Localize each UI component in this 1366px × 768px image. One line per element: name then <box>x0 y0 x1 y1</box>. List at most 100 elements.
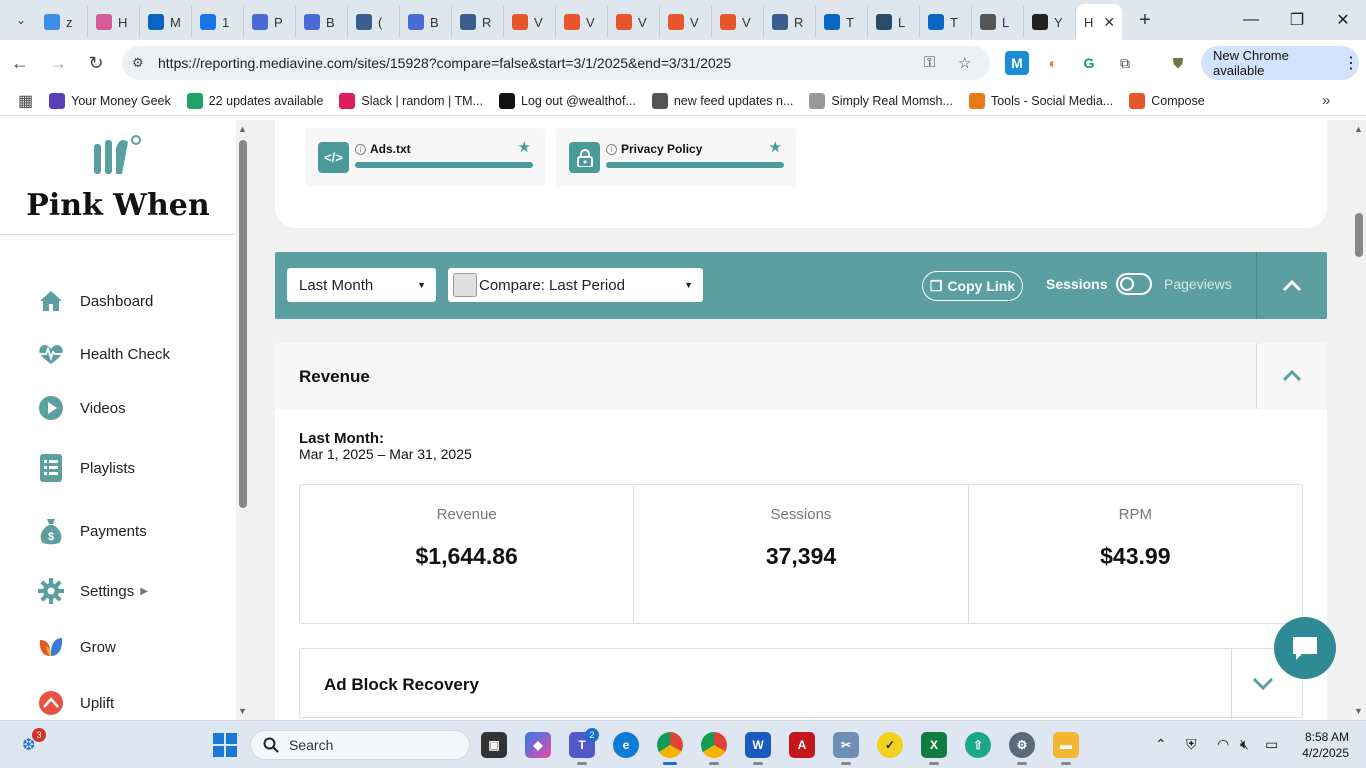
browser-tab[interactable]: ( <box>348 6 400 38</box>
compare-select[interactable]: Compare: Last Period ▼ <box>448 268 703 302</box>
task-view-icon[interactable]: ▣ <box>481 732 507 758</box>
bookmark-item[interactable]: Log out @wealthof... <box>499 92 636 109</box>
taskbar-search[interactable]: Search <box>250 730 470 760</box>
battery-icon[interactable]: ▭ <box>1265 736 1278 753</box>
chrome-profile-icon[interactable] <box>701 732 727 765</box>
edge-icon[interactable]: e <box>613 732 639 758</box>
scroll-down-arrow-icon[interactable]: ▼ <box>1354 706 1363 716</box>
health-item-ads-txt[interactable]: </> i Ads.txt ★ <box>305 128 545 186</box>
browser-tab[interactable]: V <box>504 6 556 38</box>
browser-tab[interactable]: V <box>608 6 660 38</box>
tab-search-button[interactable]: ⌄ <box>6 6 36 34</box>
wifi-icon[interactable]: ◠ <box>1217 736 1229 753</box>
sidebar-item-dashboard[interactable]: Dashboard <box>38 288 153 314</box>
close-window-button[interactable]: ✕ <box>1320 0 1366 40</box>
forward-button[interactable]: → <box>40 45 76 81</box>
site-info-icon[interactable]: ⚙ <box>132 55 156 71</box>
restore-button[interactable]: ❐ <box>1274 0 1320 40</box>
star-icon[interactable]: ★ <box>518 138 531 156</box>
sidebar-item-grow[interactable]: Grow <box>38 634 116 660</box>
vpn-shield-icon[interactable]: ⛨ <box>1186 736 1197 753</box>
browser-tab[interactable]: R <box>452 6 504 38</box>
copy-link-button[interactable]: ❐ Copy Link <box>922 271 1023 301</box>
scroll-up-arrow-icon[interactable]: ▲ <box>238 124 247 134</box>
back-button[interactable]: ← <box>2 45 38 81</box>
volume-mute-icon[interactable]: 🔇︎ <box>1240 736 1249 753</box>
bookmark-item[interactable]: Tools - Social Media... <box>968 92 1113 109</box>
browser-tab[interactable]: R <box>764 6 816 38</box>
system-clock[interactable]: 8:58 AM 4/2/2025 <box>1297 729 1349 761</box>
compare-color-swatch[interactable] <box>453 273 477 297</box>
browser-tab[interactable]: H <box>88 6 140 38</box>
copilot-icon[interactable]: ◆ <box>525 732 551 758</box>
browser-tab[interactable]: 1 <box>192 6 244 38</box>
acrobat-icon[interactable]: A <box>789 732 815 758</box>
tab-close-icon[interactable]: ✕ <box>1103 14 1115 31</box>
file-explorer-icon[interactable]: ▬ <box>1053 732 1079 765</box>
minimize-button[interactable]: — <box>1228 0 1274 40</box>
browser-tab[interactable]: B <box>296 6 348 38</box>
bookmark-star-icon[interactable]: ☆ <box>958 54 971 72</box>
sidebar-scroll-thumb[interactable] <box>239 140 247 508</box>
excel-icon[interactable]: X <box>921 732 947 765</box>
filter-collapse-button[interactable] <box>1257 252 1327 319</box>
upload-cloud-icon[interactable]: ⇧ <box>965 732 991 758</box>
bookmark-item[interactable]: Simply Real Momsh... <box>809 92 953 109</box>
more-bookmarks-icon[interactable]: » <box>1322 92 1330 109</box>
sidebar-item-settings[interactable]: Settings ▶ <box>38 578 148 604</box>
reload-button[interactable]: ↻ <box>78 45 114 81</box>
sidebar-scrollbar[interactable]: ▲ ▼ <box>236 120 250 720</box>
extension-flame-icon[interactable]: ◐ <box>1041 51 1065 75</box>
health-item-privacy-policy[interactable]: i Privacy Policy ★ <box>556 128 796 186</box>
browser-tab[interactable]: V <box>712 6 764 38</box>
browser-tab[interactable]: L <box>972 6 1024 38</box>
chrome-icon[interactable] <box>657 732 683 765</box>
tray-chevron-up-icon[interactable]: ⌃ <box>1155 736 1167 753</box>
more-menu-icon[interactable]: ⋮ <box>1343 53 1359 73</box>
browser-tab[interactable]: B <box>400 6 452 38</box>
new-tab-button[interactable]: + <box>1130 9 1160 32</box>
page-scroll-thumb[interactable] <box>1355 213 1363 257</box>
sidebar-item-videos[interactable]: Videos <box>38 395 126 421</box>
sidebar-item-health-check[interactable]: Health Check <box>38 341 170 367</box>
browser-tab[interactable]: Y <box>1024 6 1076 38</box>
tasks-check-icon[interactable]: ✓ <box>877 732 903 758</box>
tab-active[interactable]: H ✕ <box>1076 4 1122 40</box>
page-scrollbar[interactable]: ▲ ▼ <box>1352 120 1366 720</box>
bookmark-item[interactable]: Compose <box>1129 92 1205 109</box>
chat-button[interactable] <box>1274 617 1336 679</box>
browser-tab[interactable]: L <box>868 6 920 38</box>
sidebar-item-uplift[interactable]: Uplift <box>38 690 114 716</box>
revenue-collapse-button[interactable] <box>1257 343 1327 409</box>
chrome-update-button[interactable]: New Chrome available ⋮ <box>1201 46 1359 80</box>
apps-grid-icon[interactable]: ▦ <box>18 91 33 111</box>
browser-tab[interactable]: T <box>920 6 972 38</box>
period-select[interactable]: Last Month ▼ <box>287 268 436 302</box>
browser-tab[interactable]: P <box>244 6 296 38</box>
bookmark-item[interactable]: 22 updates available <box>186 92 323 109</box>
extension-m-icon[interactable]: M <box>1005 51 1029 75</box>
sidebar-item-playlists[interactable]: Playlists <box>38 454 135 482</box>
word-icon[interactable]: W <box>745 732 771 765</box>
extensions-puzzle-icon[interactable]: ⧉ <box>1113 51 1137 75</box>
info-icon[interactable]: i <box>606 143 617 155</box>
url-text[interactable]: https://reporting.mediavine.com/sites/15… <box>158 55 731 71</box>
scroll-down-arrow-icon[interactable]: ▼ <box>238 706 247 716</box>
password-key-icon[interactable]: ⚿ <box>924 54 935 71</box>
metric-toggle[interactable] <box>1116 273 1152 295</box>
bookmark-item[interactable]: Your Money Geek <box>49 92 171 109</box>
browser-tab[interactable]: T <box>816 6 868 38</box>
settings-gear-icon[interactable]: ⚙ <box>1009 732 1035 765</box>
ad-block-recovery-panel[interactable]: Ad Block Recovery <box>299 648 1303 719</box>
grammarly-icon[interactable]: G <box>1077 51 1101 75</box>
sidebar-item-payments[interactable]: $ Payments <box>38 518 147 545</box>
info-icon[interactable]: i <box>355 143 366 155</box>
chevron-down-icon[interactable] <box>1252 671 1274 695</box>
windows-start-icon[interactable] <box>213 733 237 757</box>
bookmark-item[interactable]: Slack | random | TM... <box>339 92 483 109</box>
browser-tab[interactable]: V <box>556 6 608 38</box>
browser-tab[interactable]: z <box>36 6 88 38</box>
browser-tab[interactable]: M <box>140 6 192 38</box>
browser-tab[interactable]: V <box>660 6 712 38</box>
star-icon[interactable]: ★ <box>769 138 782 156</box>
